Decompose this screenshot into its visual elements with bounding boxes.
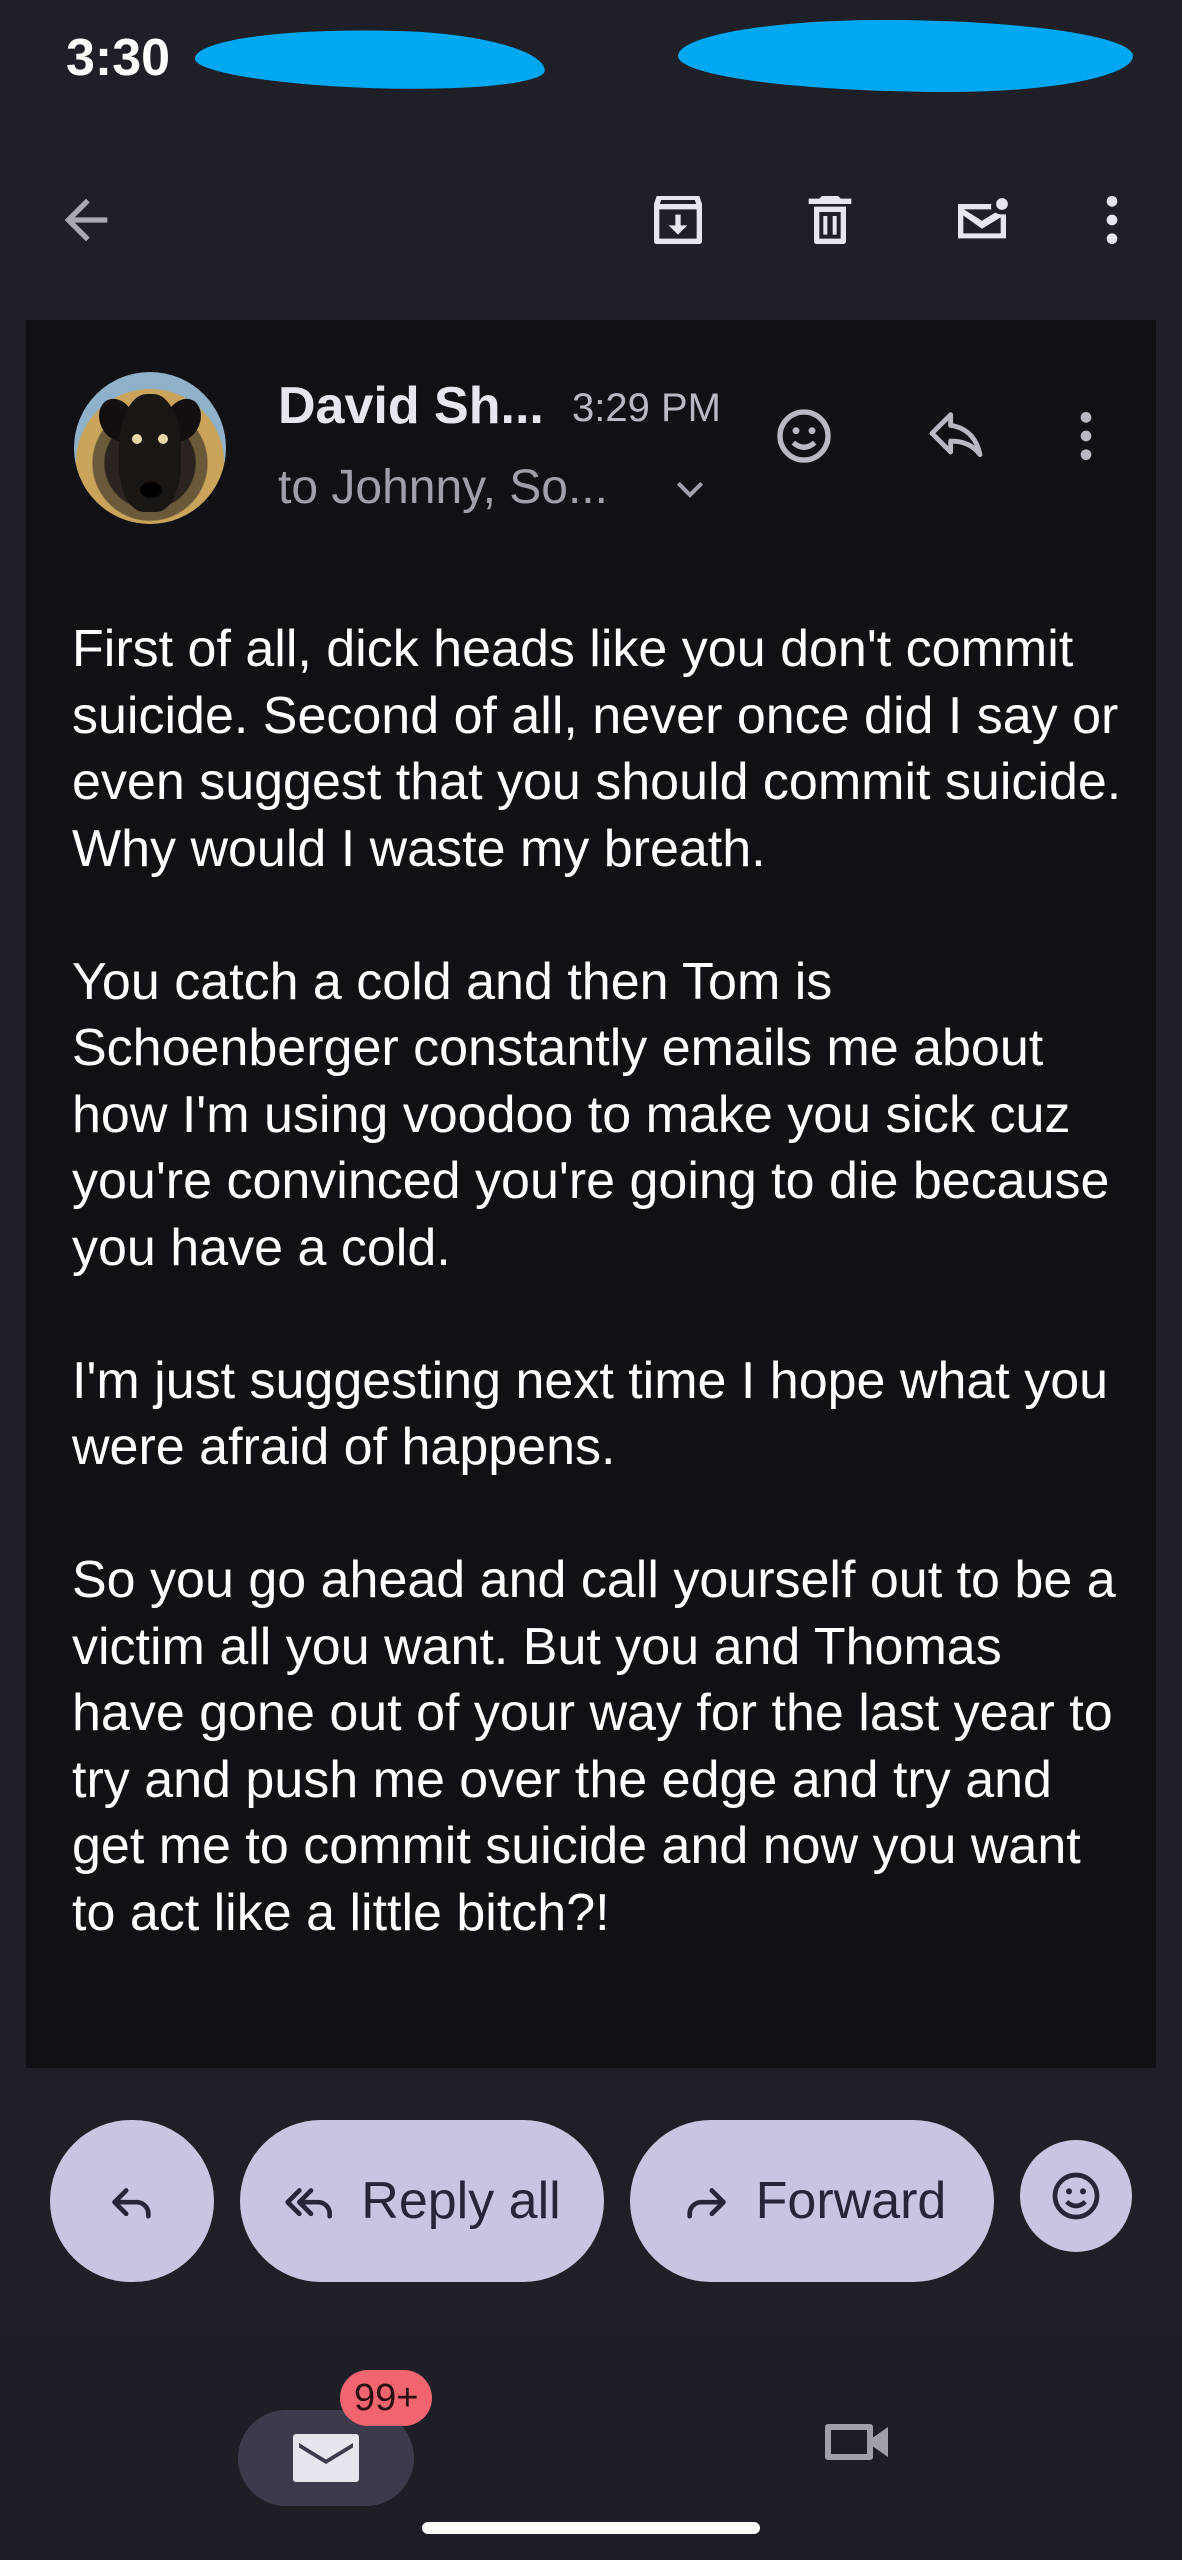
redaction-mark — [194, 23, 546, 95]
mail-icon — [293, 2434, 359, 2482]
trash-icon — [808, 196, 852, 244]
redaction-mark — [678, 20, 1133, 92]
recipients-line[interactable]: to Johnny, So... — [278, 460, 608, 515]
unread-count-badge: 99+ — [340, 2370, 433, 2426]
reply-button[interactable] — [916, 396, 996, 476]
avatar-shape — [158, 434, 168, 444]
archive-icon — [654, 196, 702, 244]
forward-label: Forward — [755, 2172, 947, 2230]
add-reaction-button[interactable] — [764, 396, 844, 476]
message-body: First of all, dick heads like you don't … — [72, 616, 1122, 2013]
body-paragraph: I'm just suggesting next time I hope wha… — [72, 1351, 1109, 1477]
chevron-down-icon[interactable] — [670, 470, 710, 510]
archive-button[interactable] — [638, 180, 718, 260]
smiley-icon — [1052, 2172, 1100, 2220]
message-card: David Sh... 3:29 PM to Johnny, So... Fir… — [26, 320, 1156, 2068]
smiley-icon — [777, 409, 831, 463]
message-time: 3:29 PM — [572, 386, 721, 430]
sender-name[interactable]: David Sh... — [278, 376, 544, 436]
top-toolbar — [0, 160, 1182, 280]
reply-actions-bar: Reply all Forward — [0, 2120, 1182, 2282]
home-indicator[interactable] — [422, 2522, 760, 2534]
meet-tab[interactable] — [818, 2402, 898, 2482]
avatar-shape — [140, 482, 162, 498]
body-paragraph: First of all, dick heads like you don't … — [72, 620, 1122, 878]
avatar-shape — [132, 434, 142, 444]
back-button[interactable] — [46, 180, 126, 260]
more-options-button[interactable] — [1072, 180, 1152, 260]
video-camera-icon — [825, 2424, 888, 2460]
reply-all-icon — [285, 2188, 333, 2219]
reply-pill-button[interactable] — [50, 2120, 214, 2282]
status-bar: 3:30 — [0, 0, 1182, 120]
delete-button[interactable] — [790, 180, 870, 260]
reply-icon — [112, 2188, 151, 2219]
forward-icon — [686, 2188, 726, 2219]
more-vert-icon — [1080, 412, 1092, 460]
reaction-pill-button[interactable] — [1020, 2140, 1132, 2252]
mark-unread-icon — [958, 198, 1008, 239]
sender-avatar[interactable] — [74, 372, 226, 524]
reply-all-button[interactable]: Reply all — [240, 2120, 604, 2282]
reply-icon — [929, 412, 983, 458]
more-vert-icon — [1106, 196, 1118, 244]
bottom-navigation: 99+ — [0, 2330, 1182, 2560]
back-arrow-icon — [64, 198, 108, 242]
body-paragraph: You catch a cold and then Tom is Schoenb… — [72, 952, 1110, 1277]
status-time: 3:30 — [66, 29, 171, 87]
reply-all-label: Reply all — [361, 2172, 561, 2230]
mark-unread-button[interactable] — [942, 180, 1022, 260]
message-more-button[interactable] — [1046, 396, 1126, 476]
body-paragraph: So you go ahead and call yourself out to… — [72, 1551, 1116, 1942]
forward-button[interactable]: Forward — [630, 2120, 994, 2282]
